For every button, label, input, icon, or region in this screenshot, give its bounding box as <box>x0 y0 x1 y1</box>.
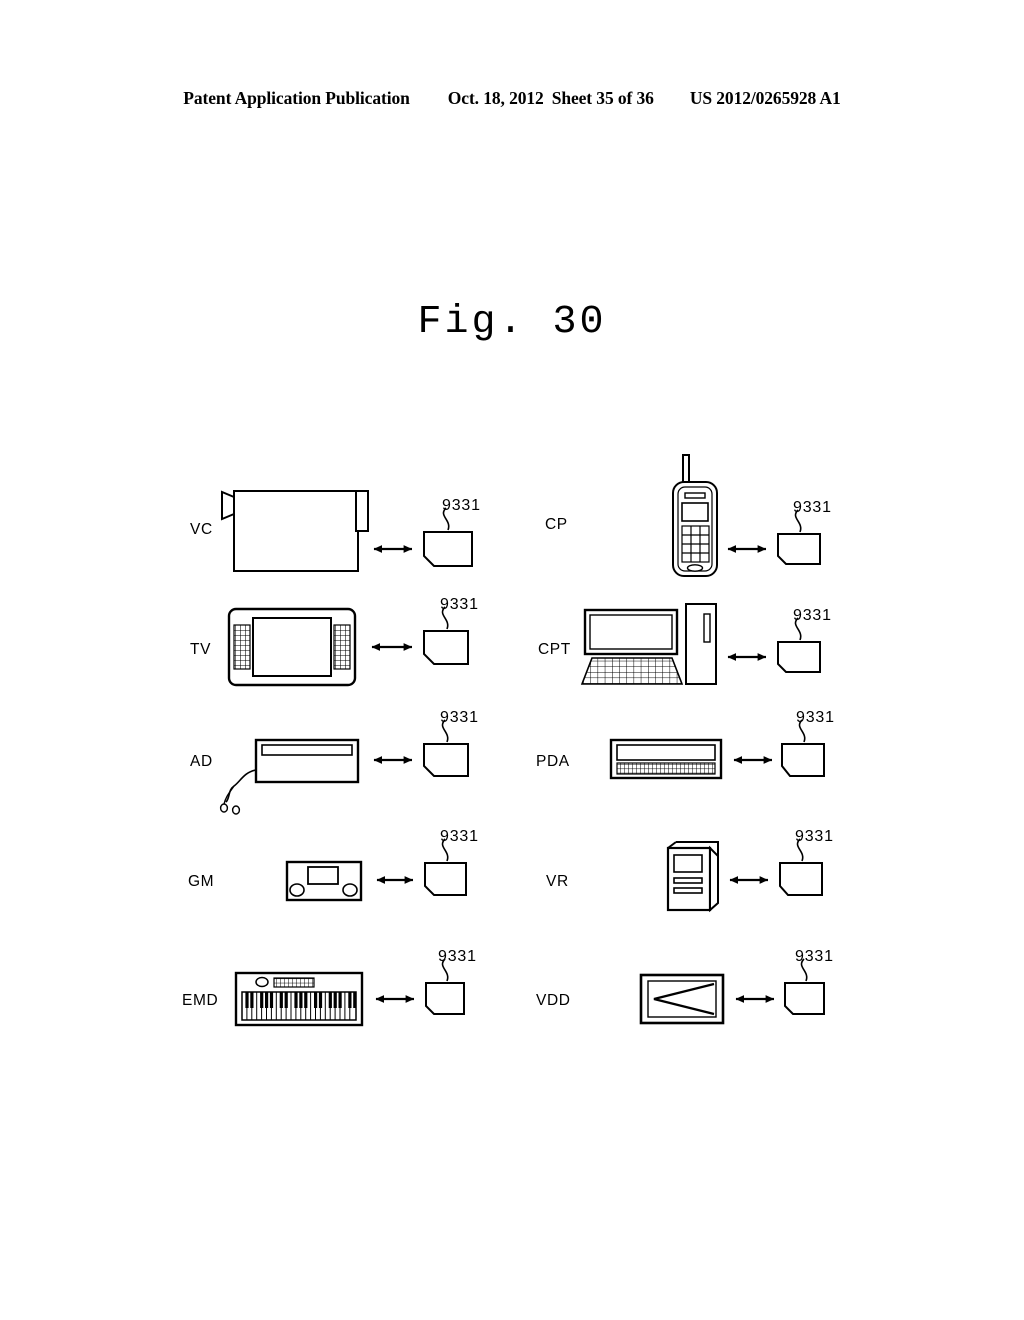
ref-label-9331-pda: 9331 <box>796 709 835 726</box>
device-video-camera <box>221 490 369 572</box>
memory-card-ad: 9331 <box>423 709 479 777</box>
memory-card-gm: 9331 <box>424 828 479 896</box>
device-television <box>227 607 357 687</box>
row-label-cp: CP <box>545 516 568 533</box>
device-video-display-device <box>639 973 725 1025</box>
ref-label-9331-vr: 9331 <box>795 828 834 845</box>
figure-30-diagram: VC TV AD GM EMD CP CPT PDA VR VDD 9331 9… <box>182 454 835 1027</box>
row-label-vdd: VDD <box>536 992 571 1009</box>
ref-label-9331-cp: 9331 <box>793 499 832 516</box>
ref-label-9331-gm: 9331 <box>440 828 479 845</box>
memory-card-vdd: 9331 <box>784 948 834 1015</box>
row-label-tv: TV <box>190 641 211 658</box>
device-game-machine <box>285 860 363 902</box>
ref-label-9331-vdd: 9331 <box>795 948 834 965</box>
memory-card-emd: 9331 <box>425 948 477 1015</box>
device-cellular-phone <box>672 454 718 577</box>
memory-card-tv: 9331 <box>423 596 479 665</box>
ref-label-9331-vc: 9331 <box>442 497 481 514</box>
device-personal-digital-assistant <box>609 738 723 780</box>
memory-card-cp: 9331 <box>777 499 832 565</box>
row-label-emd: EMD <box>182 992 218 1009</box>
row-label-ad: AD <box>190 753 213 770</box>
memory-card-pda: 9331 <box>781 709 835 777</box>
ref-label-9331-tv: 9331 <box>440 596 479 613</box>
row-label-gm: GM <box>188 873 214 890</box>
ref-label-9331-emd: 9331 <box>438 948 477 965</box>
row-label-vc: VC <box>190 521 213 538</box>
row-label-cpt: CPT <box>538 641 571 658</box>
row-label-vr: VR <box>546 873 569 890</box>
row-label-pda: PDA <box>536 753 570 770</box>
ref-label-9331-cpt: 9331 <box>793 607 832 624</box>
memory-card-vc: 9331 <box>423 497 481 567</box>
device-voice-recorder <box>666 841 719 913</box>
memory-card-vr: 9331 <box>779 828 834 896</box>
device-audio-device <box>219 738 360 815</box>
device-computer <box>580 603 717 685</box>
ref-label-9331-ad: 9331 <box>440 709 479 726</box>
memory-card-cpt: 9331 <box>777 607 832 673</box>
device-electronic-musical-device <box>234 971 364 1027</box>
